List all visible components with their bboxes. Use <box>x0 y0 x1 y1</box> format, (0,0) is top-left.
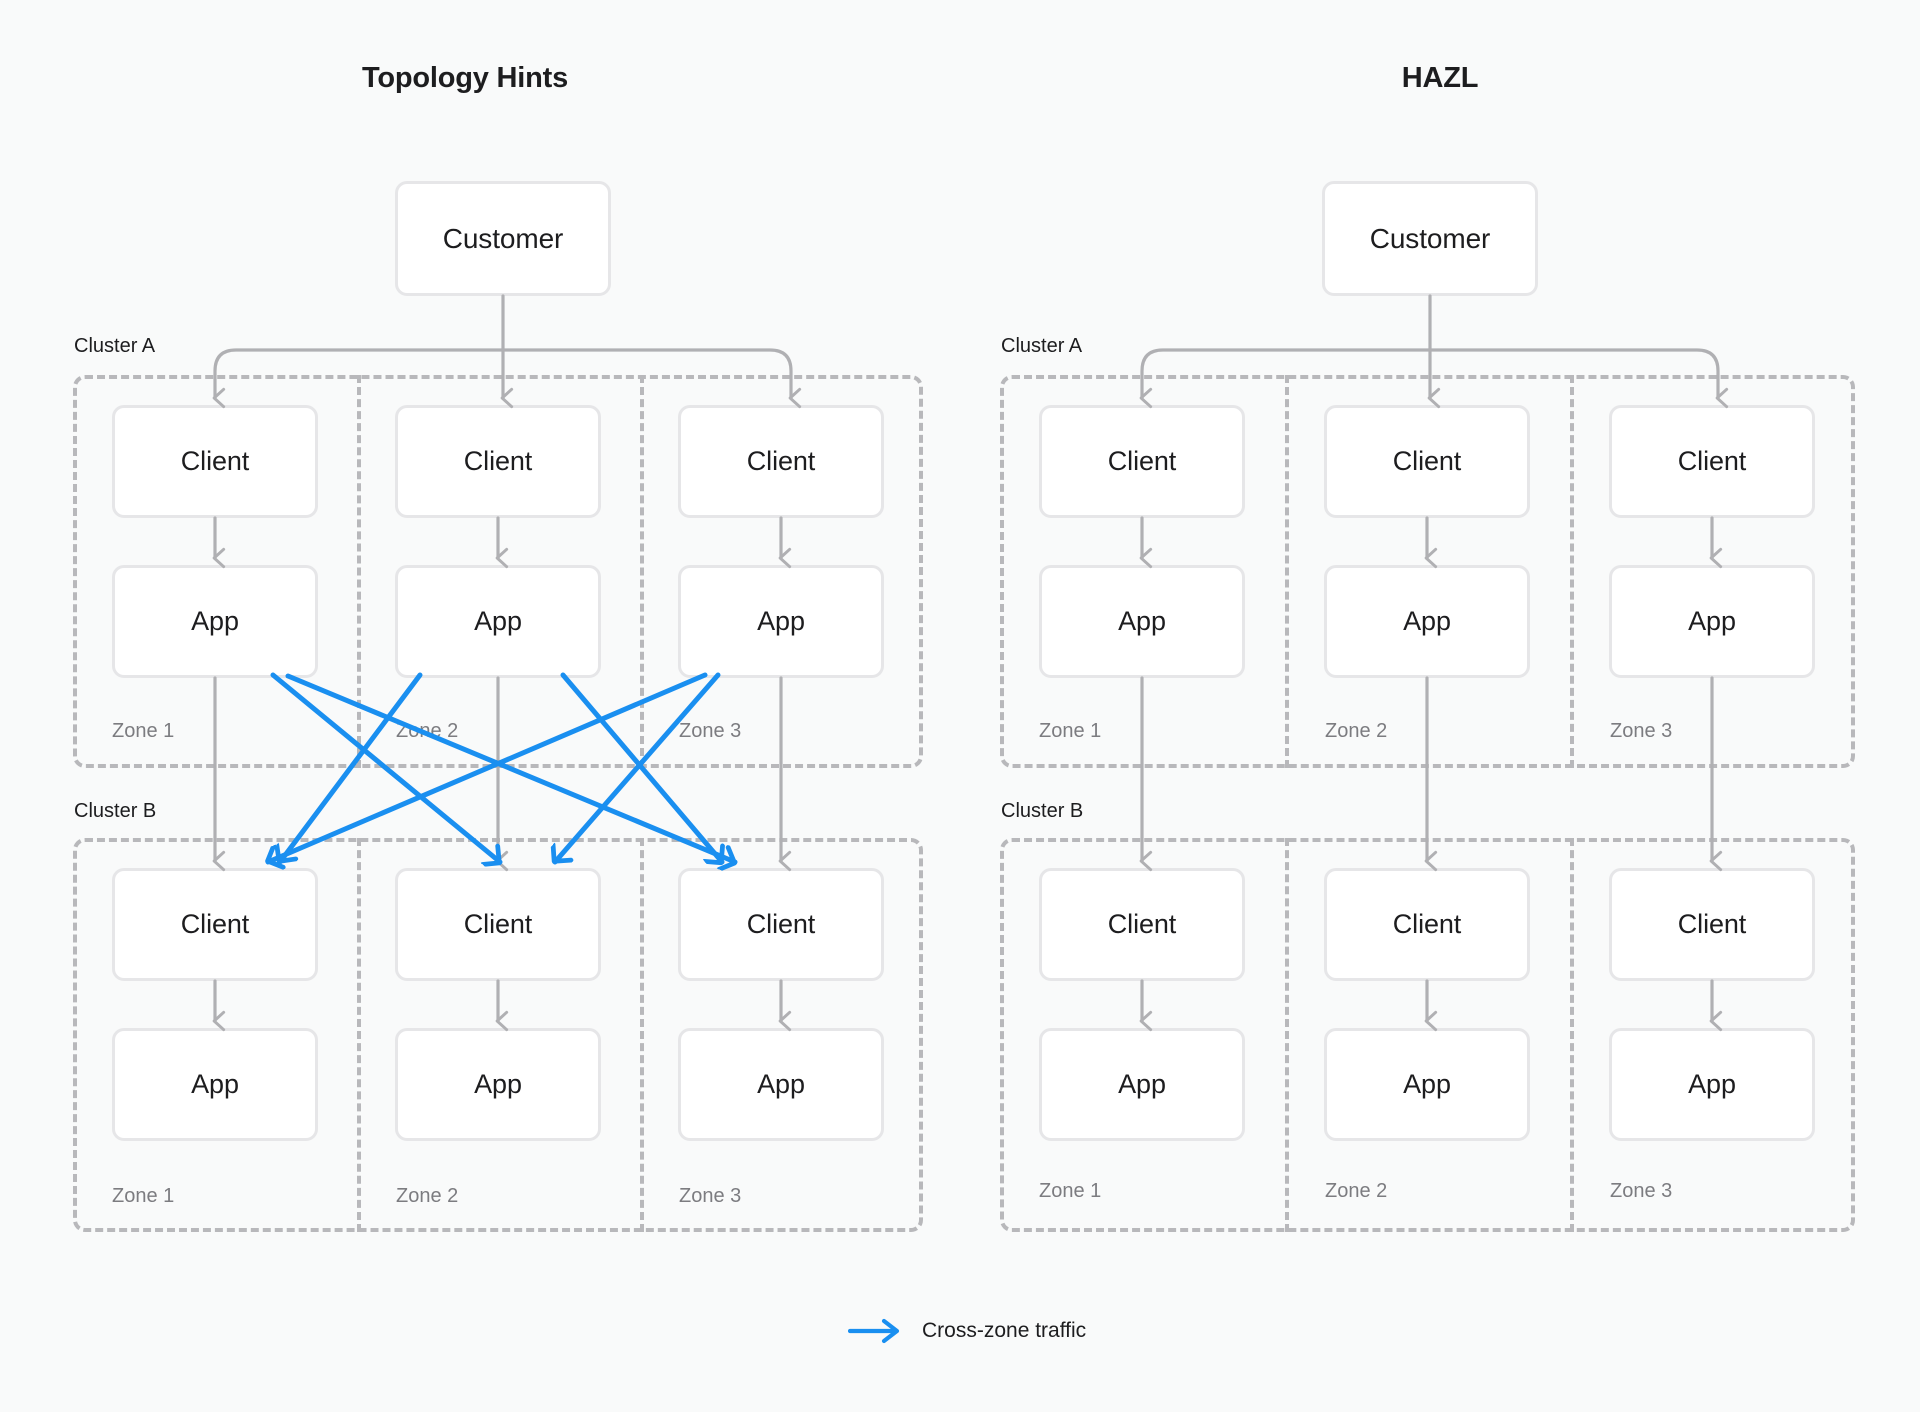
panel-title-topology-hints: Topology Hints <box>361 62 569 94</box>
cluster-a-zone2-label-left: Zone 2 <box>396 720 459 742</box>
cluster-b-zone3-client-left: Client <box>678 868 884 981</box>
customer-node-left: Customer <box>395 181 611 296</box>
cluster-a-zone1-client-left: Client <box>112 405 318 518</box>
cluster-a-zone3-app-right: App <box>1609 565 1815 678</box>
cluster-a-zone1-label-right: Zone 1 <box>1039 720 1102 742</box>
cluster-a-zone3-client-left: Client <box>678 405 884 518</box>
cluster-a-zone1-app-left: App <box>112 565 318 678</box>
cluster-b-zone1-label-left: Zone 1 <box>112 1185 175 1207</box>
cluster-a-zone2-label-right: Zone 2 <box>1325 720 1388 742</box>
cluster-b-zone-divider-1-left <box>357 838 361 1232</box>
cluster-b-zone1-client-right: Client <box>1039 868 1245 981</box>
cluster-b-label-right: Cluster B <box>1001 800 1084 822</box>
cluster-b-zone2-client-right: Client <box>1324 868 1530 981</box>
cluster-a-label-right: Cluster A <box>1001 335 1083 357</box>
cluster-a-zone-divider-2-left <box>640 375 644 768</box>
cluster-b-zone3-label-right: Zone 3 <box>1610 1180 1673 1202</box>
cluster-a-zone-divider-2-right <box>1570 375 1574 768</box>
cluster-a-zone3-client-right: Client <box>1609 405 1815 518</box>
cluster-b-zone-divider-2-right <box>1570 838 1574 1232</box>
cluster-b-zone3-app-left: App <box>678 1028 884 1141</box>
cluster-a-zone1-client-right: Client <box>1039 405 1245 518</box>
cluster-b-zone3-client-right: Client <box>1609 868 1815 981</box>
cluster-b-zone3-label-left: Zone 3 <box>679 1185 742 1207</box>
cluster-b-zone1-app-left: App <box>112 1028 318 1141</box>
cluster-a-zone3-label-right: Zone 3 <box>1610 720 1673 742</box>
cluster-b-zone2-client-left: Client <box>395 868 601 981</box>
panel-title-hazl: HAZL <box>1401 62 1479 94</box>
cluster-a-zone-divider-1-left <box>357 375 361 768</box>
cluster-b-zone-divider-1-right <box>1285 838 1289 1232</box>
cluster-a-zone1-label-left: Zone 1 <box>112 720 175 742</box>
legend-label-cross-zone-traffic: Cross-zone traffic <box>922 1319 1087 1342</box>
arrow-right-icon <box>848 1318 900 1344</box>
cluster-a-zone3-label-left: Zone 3 <box>679 720 742 742</box>
cluster-a-zone1-app-right: App <box>1039 565 1245 678</box>
cluster-b-zone2-app-left: App <box>395 1028 601 1141</box>
cluster-a-zone2-client-left: Client <box>395 405 601 518</box>
cluster-b-zone-divider-2-left <box>640 838 644 1232</box>
cluster-a-zone2-app-left: App <box>395 565 601 678</box>
cluster-a-zone2-client-right: Client <box>1324 405 1530 518</box>
cluster-a-zone-divider-1-right <box>1285 375 1289 768</box>
legend: Cross-zone traffic <box>848 1318 1086 1344</box>
cluster-b-zone1-app-right: App <box>1039 1028 1245 1141</box>
cluster-b-label-left: Cluster B <box>74 800 157 822</box>
cluster-a-zone3-app-left: App <box>678 565 884 678</box>
cluster-b-zone2-label-left: Zone 2 <box>396 1185 459 1207</box>
cluster-b-zone3-app-right: App <box>1609 1028 1815 1141</box>
cluster-b-zone1-client-left: Client <box>112 868 318 981</box>
cluster-b-zone2-label-right: Zone 2 <box>1325 1180 1388 1202</box>
diagram-canvas: Topology Hints Customer Cluster A Client… <box>0 0 1920 1412</box>
cluster-a-label-left: Cluster A <box>74 335 156 357</box>
cluster-b-zone1-label-right: Zone 1 <box>1039 1180 1102 1202</box>
customer-node-right: Customer <box>1322 181 1538 296</box>
cluster-a-zone2-app-right: App <box>1324 565 1530 678</box>
cluster-b-zone2-app-right: App <box>1324 1028 1530 1141</box>
